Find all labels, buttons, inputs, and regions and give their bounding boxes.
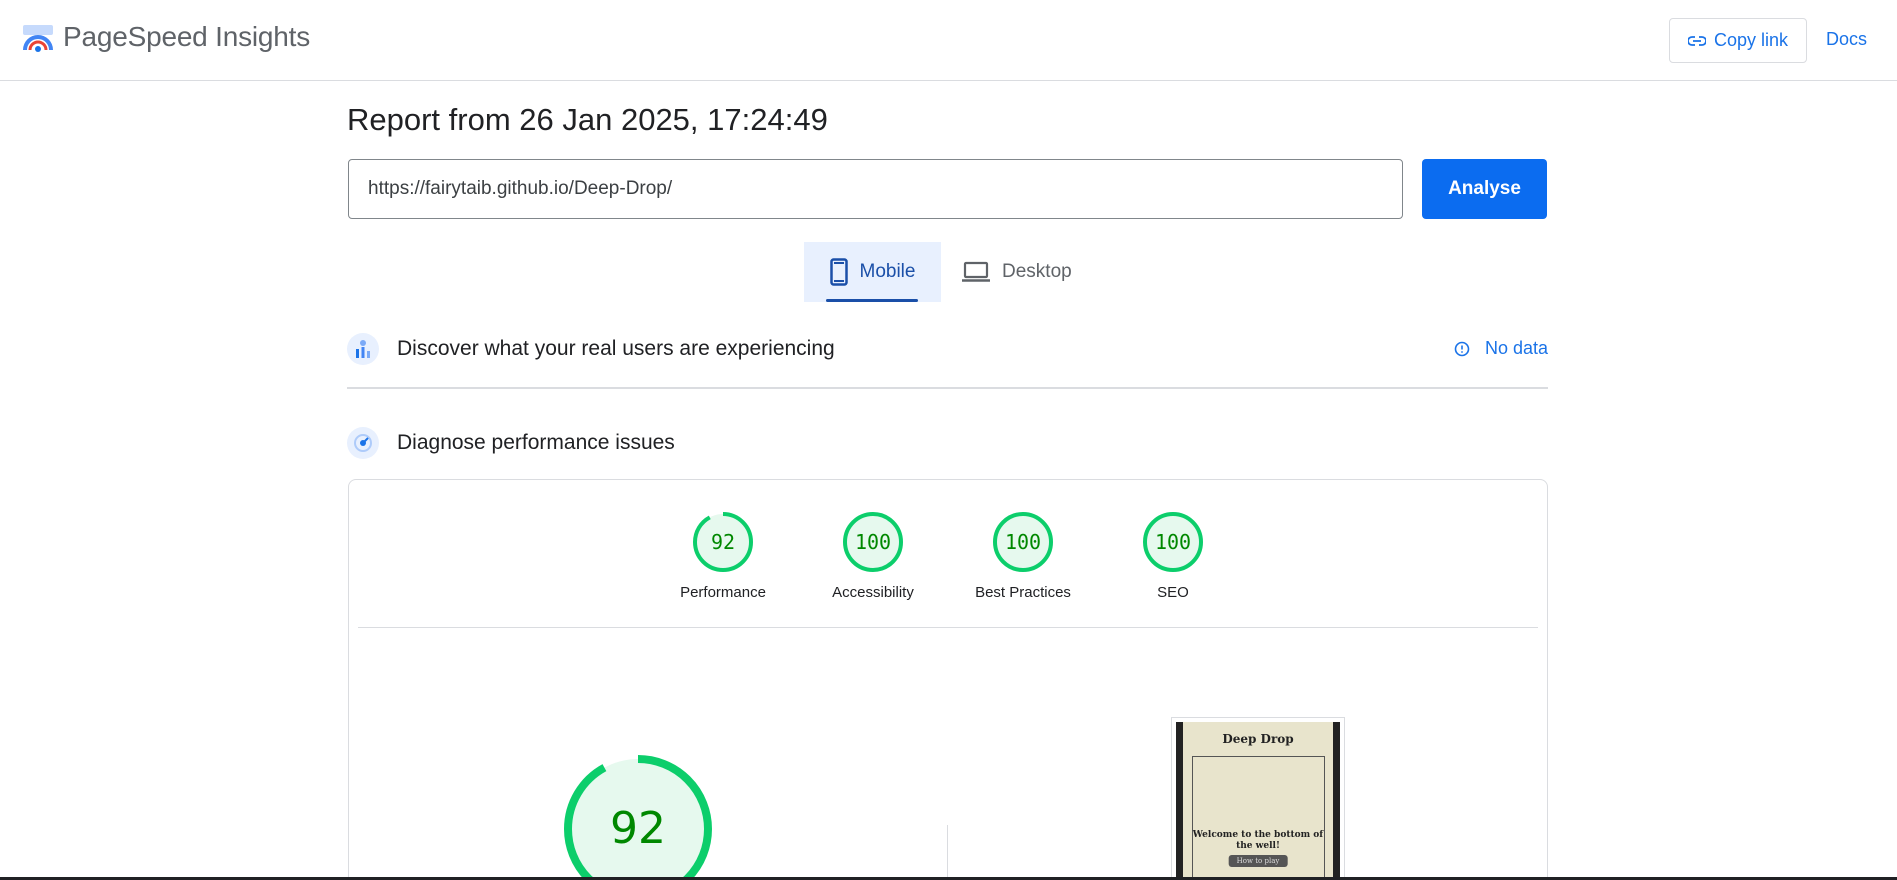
copy-link-label: Copy link <box>1713 30 1789 50</box>
app-title[interactable]: PageSpeed Insights <box>63 21 310 53</box>
copy-link-button[interactable]: Copy link <box>1669 18 1807 63</box>
field-data-title: Discover what your real users are experi… <box>397 337 835 360</box>
main-performance-gauge: 92 <box>564 755 712 880</box>
report-title: Report from 26 Jan 2025, 17:24:49 <box>347 102 828 137</box>
accessibility-score-value: 100 <box>855 530 891 554</box>
gauge-accessibility[interactable]: 100 Accessibility <box>813 510 933 601</box>
main-performance-value: 92 <box>610 803 666 854</box>
page-screenshot: Deep Drop Welcome to the bottom of the w… <box>1171 717 1345 880</box>
vertical-divider <box>947 825 948 880</box>
performance-label: Performance <box>680 584 766 601</box>
card-divider <box>358 627 1538 628</box>
seo-score-value: 100 <box>1155 530 1191 554</box>
diagnose-gauge-icon <box>347 427 379 459</box>
accessibility-label: Accessibility <box>832 584 914 601</box>
pagespeed-logo-icon[interactable] <box>22 24 54 54</box>
tab-desktop-label: Desktop <box>1002 261 1072 282</box>
best-practices-score-value: 100 <box>1005 530 1041 554</box>
top-bar: PageSpeed Insights Copy link Docs <box>0 0 1897 81</box>
gauge-performance[interactable]: 92 Performance <box>663 510 783 601</box>
gauge-seo[interactable]: 100 SEO <box>1113 510 1233 601</box>
analyse-button[interactable]: Analyse <box>1422 159 1547 219</box>
info-icon <box>1454 341 1470 356</box>
laptop-icon <box>962 261 990 282</box>
link-icon <box>1687 35 1706 46</box>
seo-score-gauge: 100 <box>1143 512 1203 572</box>
tab-desktop[interactable]: Desktop <box>960 242 1090 302</box>
tab-active-indicator <box>826 299 918 302</box>
screenshot-title: Deep Drop <box>1222 732 1294 746</box>
screenshot-welcome-text: Welcome to the bottom of the well! <box>1192 830 1324 851</box>
tab-mobile-label: Mobile <box>859 261 916 282</box>
no-data-label: No data <box>1484 338 1548 358</box>
seo-label: SEO <box>1157 584 1189 601</box>
diagnose-section: Diagnose performance issues <box>347 427 1548 459</box>
score-gauges: 92 Performance 100 Accessibility 100 Bes… <box>349 510 1547 610</box>
tab-mobile[interactable]: Mobile <box>804 242 941 302</box>
diagnose-title: Diagnose performance issues <box>397 431 675 454</box>
screenshot-how-to-play: How to play <box>1228 855 1288 867</box>
no-data-indicator[interactable]: No data <box>1454 338 1548 359</box>
users-chart-icon <box>347 333 379 365</box>
best-practices-label: Best Practices <box>975 584 1071 601</box>
performance-score-gauge: 92 <box>693 512 753 572</box>
smartphone-icon <box>829 258 848 286</box>
accessibility-score-gauge: 100 <box>843 512 903 572</box>
best-practices-score-gauge: 100 <box>993 512 1053 572</box>
url-input[interactable] <box>348 159 1403 219</box>
section-divider <box>347 387 1548 389</box>
diagnose-card: 92 Performance 100 Accessibility 100 Bes… <box>348 479 1548 880</box>
gauge-best-practices[interactable]: 100 Best Practices <box>963 510 1083 601</box>
field-data-section: Discover what your real users are experi… <box>347 333 1548 365</box>
docs-link[interactable]: Docs <box>1826 29 1867 50</box>
performance-score-value: 92 <box>711 530 735 554</box>
